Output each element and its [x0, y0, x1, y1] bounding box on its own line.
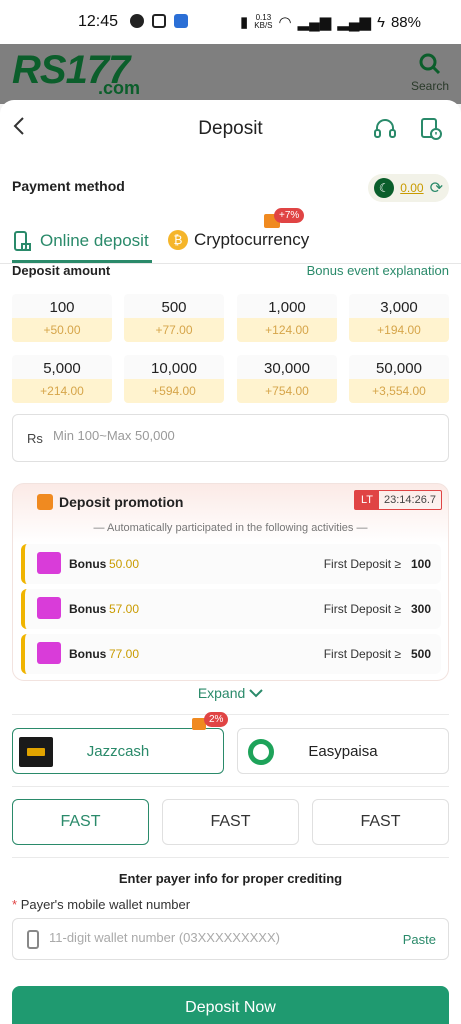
app-icon: [174, 14, 188, 28]
countdown-timer: 23:14:26.7: [384, 494, 436, 506]
refresh-icon[interactable]: ⟳: [430, 178, 443, 198]
signal-icon: ▂▄▆: [297, 14, 332, 31]
record-history-icon: [421, 118, 442, 140]
wallet-number-label: * Payer's mobile wallet number: [12, 897, 191, 912]
promotion-subtitle: — Automatically participated in the foll…: [93, 522, 368, 534]
lightning-icon: LT: [355, 491, 379, 509]
bonus-event-link[interactable]: Bonus event explanation: [307, 263, 449, 278]
promotion-title: Deposit promotion: [59, 494, 184, 510]
deposit-amount-label: Deposit amount: [12, 263, 111, 278]
gift-box-icon: [37, 642, 61, 664]
headset-icon: [374, 119, 396, 138]
amount-option[interactable]: 50,000 +3,554.00: [349, 355, 449, 403]
support-button[interactable]: [372, 116, 398, 142]
wallet-number-input[interactable]: [49, 930, 379, 945]
channel-easypaisa[interactable]: Easypaisa: [237, 728, 449, 774]
gift-box-icon: [37, 597, 61, 619]
balance-value: 0.00: [400, 181, 424, 195]
amount-option[interactable]: 1,000 +124.00: [237, 294, 337, 342]
bonus-row: Bonus 50.00 First Deposit ≥ 100: [21, 544, 441, 584]
tab-cryptocurrency[interactable]: ₿ Cryptocurrency: [168, 230, 309, 250]
payment-method-label: Payment method: [12, 178, 125, 194]
speed-option[interactable]: FAST: [12, 799, 149, 845]
battery-charging-icon: ϟ: [377, 13, 385, 31]
status-bar: 12:45 ▮ 0.13 KB/S ◠ ▂▄▆ ▂▄▆ ϟ 88%: [0, 0, 461, 44]
wifi-icon: ◠: [278, 14, 292, 31]
deposit-promotion-card: Deposit promotion LT 23:14:26.7 — Automa…: [12, 483, 449, 681]
gift-box-icon: [37, 552, 61, 574]
countdown-badge: LT 23:14:26.7: [354, 490, 442, 510]
divider: [12, 857, 449, 858]
gift-icon: [37, 494, 53, 510]
pakistan-flag-icon: ☾: [374, 178, 395, 198]
deposit-tabs: Online deposit ₿ Cryptocurrency: [0, 222, 461, 264]
amount-option[interactable]: 500 +77.00: [124, 294, 224, 342]
network-speed: 0.13 KB/S: [254, 13, 273, 30]
status-time: 12:45: [78, 13, 119, 30]
amount-option[interactable]: 100 +50.00: [12, 294, 112, 342]
vibrate-icon: ▮: [240, 14, 249, 31]
battery-level: 88%: [390, 13, 421, 31]
coin-icon: ₿: [168, 230, 188, 250]
amount-option[interactable]: 30,000 +754.00: [237, 355, 337, 403]
bonus-row: Bonus 77.00 First Deposit ≥ 500: [21, 634, 441, 674]
deposit-now-button[interactable]: Deposit Now: [12, 986, 449, 1024]
paste-button[interactable]: Paste: [403, 932, 436, 947]
chevron-down-icon: [249, 689, 263, 698]
header-search-button[interactable]: Search: [411, 52, 449, 93]
speed-option[interactable]: FAST: [162, 799, 299, 845]
divider: [12, 714, 449, 715]
speed-option[interactable]: FAST: [312, 799, 449, 845]
phone-icon: [14, 231, 31, 251]
amount-option[interactable]: 3,000 +194.00: [349, 294, 449, 342]
wallet-number-field: Paste: [12, 918, 449, 960]
channel-jazzcash[interactable]: Jazzcash: [12, 728, 224, 774]
deposit-panel: Deposit Payment method ☾ 0.00 ⟳ Online d…: [0, 100, 461, 1024]
signal-icon-2: ▂▄▆: [337, 14, 372, 31]
balance-pill: ☾ 0.00 ⟳: [368, 174, 449, 202]
tab-online-deposit[interactable]: Online deposit: [12, 230, 149, 252]
system-icons: ▮ 0.13 KB/S ◠ ▂▄▆ ▂▄▆ ϟ 88%: [240, 13, 421, 32]
notification-icons: [130, 14, 188, 28]
expand-button[interactable]: Expand: [0, 685, 461, 701]
crypto-bonus-badge: +7%: [274, 208, 305, 223]
jazzcash-bonus-badge: 2%: [204, 712, 229, 727]
chat-icon: [130, 14, 144, 28]
search-icon: [419, 53, 441, 75]
history-button[interactable]: [418, 116, 444, 142]
payer-info-heading: Enter payer info for proper crediting: [118, 871, 343, 886]
site-logo: RS177 .com: [12, 48, 141, 98]
mobile-phone-icon: [27, 930, 39, 949]
panel-topbar: Deposit: [0, 100, 461, 160]
currency-label: Rs: [27, 431, 43, 446]
divider: [12, 786, 449, 787]
amount-option[interactable]: 10,000 +594.00: [124, 355, 224, 403]
payment-method-row: Payment method ☾ 0.00 ⟳: [12, 174, 449, 206]
deposit-amount-row: Deposit amount Bonus event explanation: [12, 263, 449, 285]
instagram-icon: [152, 14, 166, 28]
amount-input[interactable]: [53, 428, 433, 443]
amount-input-field: Rs: [12, 414, 449, 462]
bonus-row: Bonus 57.00 First Deposit ≥ 300: [21, 589, 441, 629]
amount-option[interactable]: 5,000 +214.00: [12, 355, 112, 403]
